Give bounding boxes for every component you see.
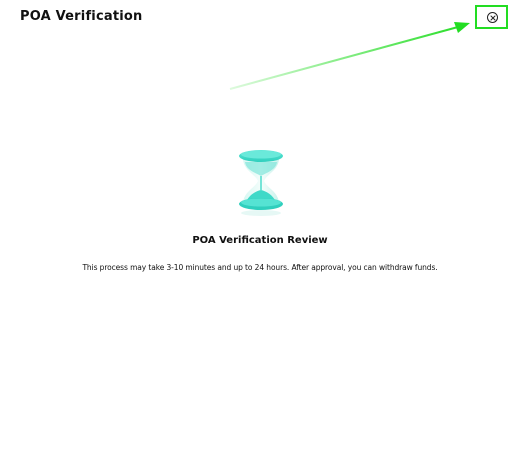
close-icon <box>490 15 495 20</box>
close-button[interactable] <box>487 12 498 23</box>
poa-verification-modal: POA Verification POA Verification Review… <box>0 0 515 457</box>
modal-title: POA Verification <box>20 9 143 24</box>
status-title: POA Verification Review <box>192 235 328 246</box>
pointer-arrow <box>229 22 470 90</box>
status-description: This process may take 3-10 minutes and u… <box>82 263 438 272</box>
hourglass-icon <box>234 146 288 220</box>
